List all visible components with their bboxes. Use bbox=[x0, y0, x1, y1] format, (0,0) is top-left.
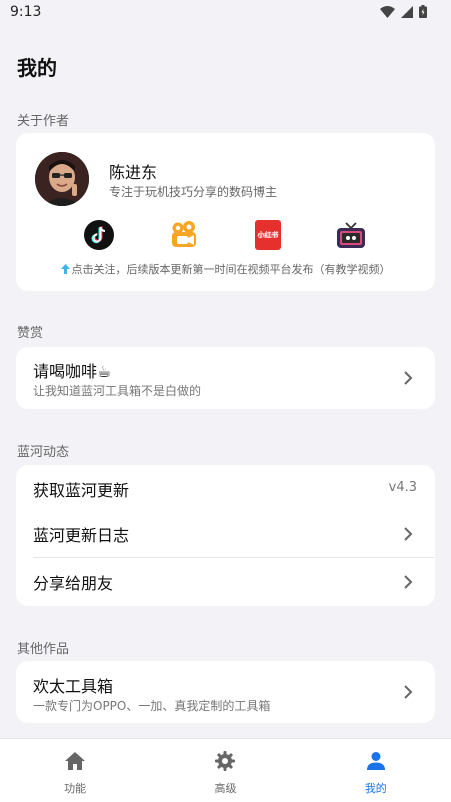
changelog-row[interactable]: 蓝河更新日志 bbox=[16, 510, 435, 557]
nav-item-advanced[interactable]: 高级 bbox=[150, 739, 300, 802]
section-label-author: 关于作者 bbox=[17, 114, 70, 129]
arrow-up-icon bbox=[60, 264, 70, 274]
reward-card[interactable]: 请喝咖啡☕ 让我知道蓝河工具箱不是白做的 bbox=[16, 347, 435, 409]
bottom-nav: 功能 高级 我的 bbox=[0, 738, 451, 802]
follow-hint: 点击关注，后续版本更新第一时间在视频平台发布（有教学视频） bbox=[16, 261, 435, 277]
follow-hint-text: 点击关注，后续版本更新第一时间在视频平台发布（有教学视频） bbox=[71, 263, 391, 276]
chevron-right-icon bbox=[404, 575, 413, 589]
share-title: 分享给朋友 bbox=[33, 574, 114, 593]
chevron-right-icon bbox=[404, 371, 413, 385]
xiaohongshu-label: 小红书 bbox=[257, 231, 279, 239]
section-label-reward: 赞赏 bbox=[17, 326, 44, 341]
home-icon bbox=[65, 752, 86, 770]
section-label-news: 蓝河动态 bbox=[17, 445, 70, 460]
status-time: 9:13 bbox=[10, 4, 42, 20]
author-card: 陈进东 专注于玩机技巧分享的数码博主 小红书 点击关注，后续版本更新第一时间在视… bbox=[16, 133, 435, 291]
toolbox-card[interactable]: 欢太工具箱 一款专门为OPPO、一加、真我定制的工具箱 bbox=[16, 661, 435, 723]
news-card: 获取蓝河更新 v4.3 蓝河更新日志 分享给朋友 bbox=[16, 465, 435, 606]
section-label-other: 其他作品 bbox=[17, 642, 70, 657]
toolbox-subtitle: 一款专门为OPPO、一加、真我定制的工具箱 bbox=[33, 699, 271, 713]
get-update-title: 获取蓝河更新 bbox=[33, 481, 130, 500]
avatar-image bbox=[35, 152, 89, 206]
tv-icon[interactable] bbox=[336, 220, 366, 250]
signal-icon bbox=[401, 5, 413, 18]
page-title: 我的 bbox=[17, 56, 57, 80]
nav-label-features: 功能 bbox=[64, 782, 87, 795]
nav-label-mine: 我的 bbox=[364, 782, 387, 795]
tiktok-icon[interactable] bbox=[84, 220, 114, 250]
reward-subtitle: 让我知道蓝河工具箱不是白做的 bbox=[33, 384, 202, 398]
nav-item-features[interactable]: 功能 bbox=[0, 739, 150, 802]
wifi-icon bbox=[380, 5, 395, 18]
version-label: v4.3 bbox=[388, 480, 417, 495]
status-bar: 9:13 bbox=[0, 0, 451, 26]
chevron-right-icon bbox=[404, 527, 413, 541]
get-update-row[interactable]: 获取蓝河更新 v4.3 bbox=[16, 465, 435, 510]
changelog-title: 蓝河更新日志 bbox=[33, 526, 130, 545]
author-description: 专注于玩机技巧分享的数码博主 bbox=[109, 185, 278, 199]
battery-icon bbox=[419, 5, 427, 18]
toolbox-title: 欢太工具箱 bbox=[33, 677, 114, 696]
person-icon bbox=[366, 752, 385, 770]
author-name: 陈进东 bbox=[109, 163, 158, 182]
status-icons bbox=[380, 5, 427, 18]
chevron-right-icon bbox=[404, 685, 413, 699]
reward-title: 请喝咖啡☕ bbox=[33, 362, 112, 381]
share-row[interactable]: 分享给朋友 bbox=[16, 558, 435, 606]
nav-item-mine[interactable]: 我的 bbox=[301, 739, 451, 802]
gear-icon bbox=[215, 751, 236, 771]
kuaishou-icon[interactable] bbox=[169, 220, 199, 250]
nav-label-advanced: 高级 bbox=[214, 782, 237, 795]
avatar[interactable] bbox=[35, 152, 89, 206]
